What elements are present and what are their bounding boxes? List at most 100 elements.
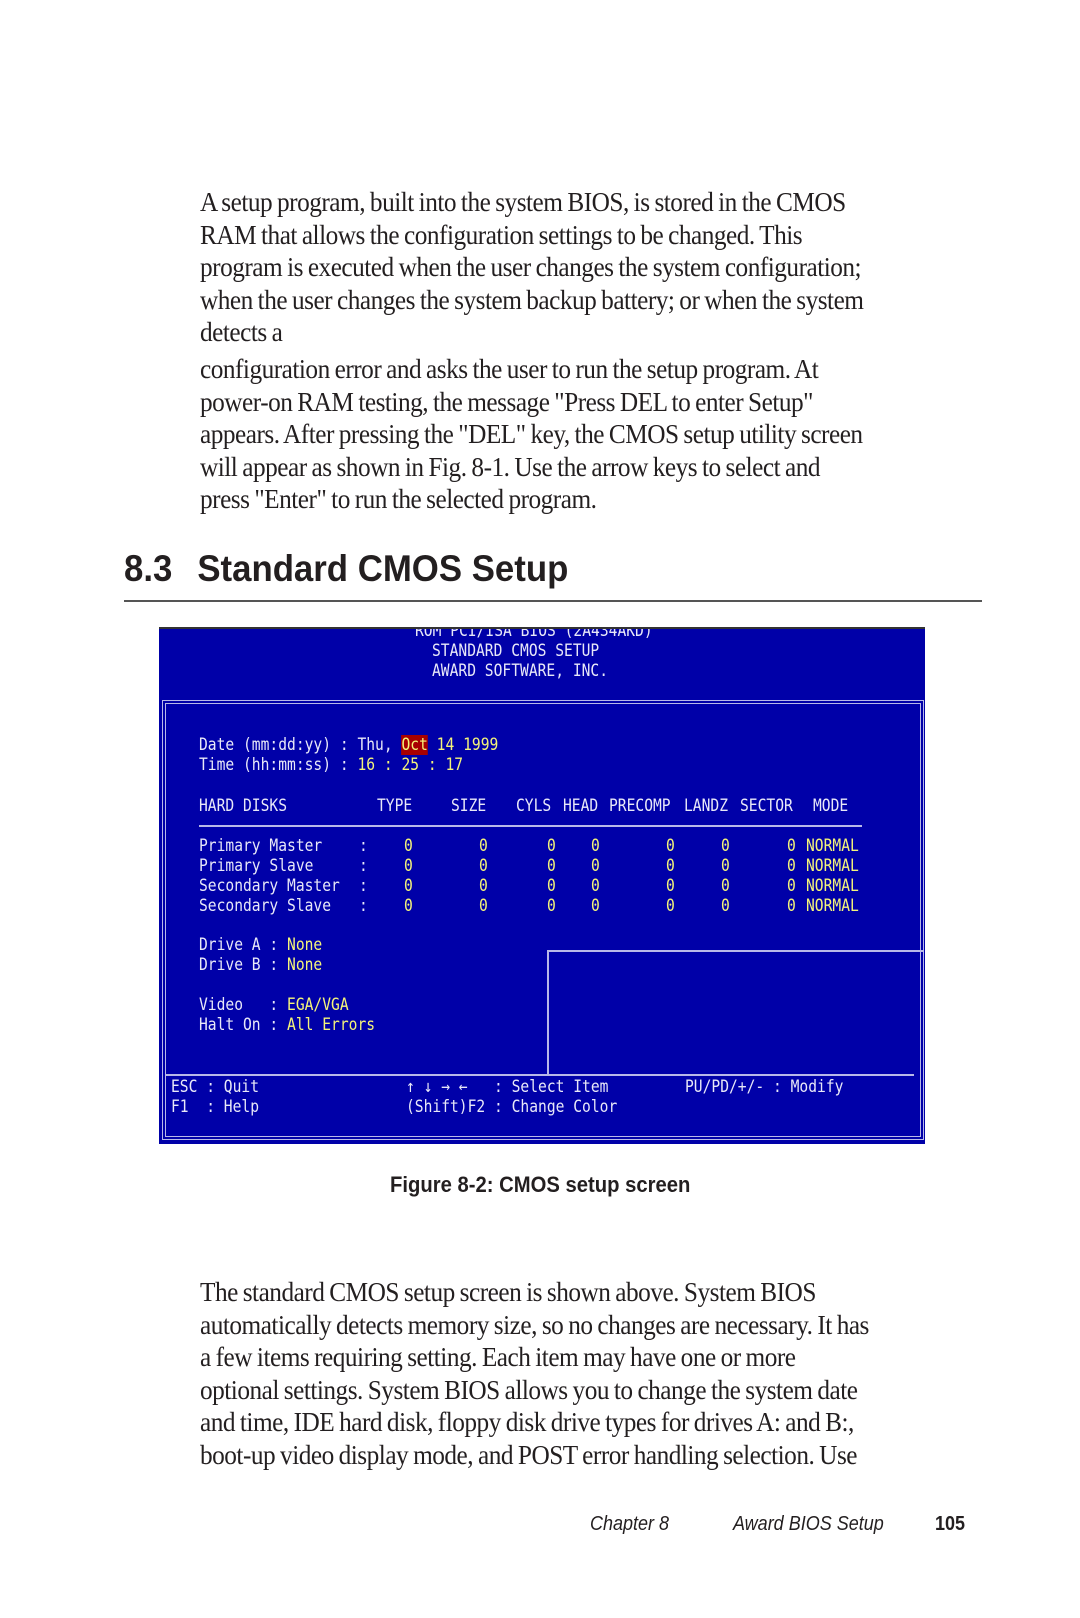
text-line: RAM that allows the configuration settin… — [200, 218, 803, 250]
keys-divider — [166, 1074, 914, 1076]
date-value[interactable]: 14 1999 — [428, 735, 499, 755]
disk-separator: : — [359, 876, 368, 896]
disk-separator: : — [359, 896, 368, 916]
col-precomp: PRECOMP — [609, 796, 671, 816]
disk-cyls[interactable]: 0 — [547, 856, 556, 876]
disk-head[interactable]: 0 — [591, 896, 600, 916]
key-arrows-select: ↑ ↓ → ← : Select Item — [406, 1077, 609, 1097]
text-line: when the user changes the system backup … — [200, 283, 864, 315]
body-paragraph: The standard CMOS setup screen is shown … — [200, 1276, 918, 1472]
text-line: A setup program, built into the system B… — [200, 186, 846, 217]
figure-caption-text: Figure 8-2: CMOS setup screen — [389, 1172, 691, 1197]
disk-landz[interactable]: 0 — [721, 896, 730, 916]
col-head: HEAD — [563, 796, 599, 816]
disk-sector[interactable]: 0 — [787, 876, 796, 896]
text-line: boot-up video display mode, and POST err… — [200, 1438, 858, 1470]
disk-separator: : — [359, 856, 368, 876]
date-row[interactable]: Date (mm:dd:yy) : Thu, Oct 14 1999 — [199, 735, 498, 755]
text-line: configuration error and asks the user to… — [200, 353, 819, 384]
col-hard-disks: HARD DISKS — [199, 796, 288, 816]
date-month-selected[interactable]: Oct — [401, 735, 428, 755]
disk-header-rule — [199, 825, 862, 827]
halt-on-row[interactable]: Halt On : All Errors — [199, 1015, 375, 1035]
disk-size[interactable]: 0 — [479, 836, 488, 856]
drive-a-row[interactable]: Drive A : None — [199, 935, 322, 955]
text-line: press "Enter" to run the selected progra… — [200, 483, 597, 515]
disk-mode[interactable]: NORMAL — [806, 836, 859, 856]
disk-size[interactable]: 0 — [479, 896, 488, 916]
disk-mode[interactable]: NORMAL — [806, 856, 859, 876]
section-title: Standard CMOS Setup — [197, 548, 569, 589]
text-line: a few items requiring setting. Each item… — [200, 1341, 796, 1373]
key-modify: PU/PD/+/- : Modify — [685, 1077, 844, 1097]
key-shift-f2-color: (Shift)F2 : Change Color — [406, 1097, 618, 1117]
disk-sector[interactable]: 0 — [787, 836, 796, 856]
halt-on-label: Halt On : — [199, 1015, 288, 1035]
disk-precomp[interactable]: 0 — [666, 856, 675, 876]
video-row[interactable]: Video : EGA/VGA — [199, 995, 349, 1015]
drive-b-row[interactable]: Drive B : None — [199, 955, 322, 975]
col-mode: MODE — [813, 796, 849, 816]
heading-rule — [124, 600, 982, 602]
section-heading: 8.3 Standard CMOS Setup — [124, 548, 568, 590]
col-sector: SECTOR — [740, 796, 793, 816]
disk-sector[interactable]: 0 — [787, 896, 796, 916]
disk-name: Primary Master — [199, 836, 323, 856]
key-f1-help: F1 : Help — [171, 1097, 260, 1117]
text-line: will appear as shown in Fig. 8-1. Use th… — [200, 450, 821, 482]
col-size: SIZE — [451, 796, 487, 816]
info-box — [547, 950, 924, 1076]
text-line: appears. After pressing the "DEL" key, t… — [200, 418, 863, 450]
disk-landz[interactable]: 0 — [721, 876, 730, 896]
bios-header-line: STANDARD CMOS SETUP — [432, 641, 600, 661]
disk-head[interactable]: 0 — [591, 876, 600, 896]
text-line: The standard CMOS setup screen is shown … — [200, 1276, 816, 1307]
disk-type[interactable]: 0 — [404, 876, 413, 896]
disk-landz[interactable]: 0 — [721, 856, 730, 876]
date-day: Thu, — [357, 735, 402, 755]
disk-head[interactable]: 0 — [591, 856, 600, 876]
time-value[interactable]: 16 : 25 : 17 — [357, 755, 463, 775]
col-landz: LANDZ — [684, 796, 729, 816]
disk-type[interactable]: 0 — [404, 856, 413, 876]
drive-a-value[interactable]: None — [287, 935, 322, 955]
drive-a-label: Drive A : — [199, 935, 288, 955]
disk-mode[interactable]: NORMAL — [806, 876, 859, 896]
disk-name: Secondary Master — [199, 876, 340, 896]
disk-type[interactable]: 0 — [404, 836, 413, 856]
figure-caption: Figure 8-2: CMOS setup screen — [0, 1172, 1080, 1198]
disk-size[interactable]: 0 — [479, 876, 488, 896]
disk-name: Secondary Slave — [199, 896, 332, 916]
disk-mode[interactable]: NORMAL — [806, 896, 859, 916]
disk-head[interactable]: 0 — [591, 836, 600, 856]
text-line: detects a — [200, 316, 283, 348]
drive-b-label: Drive B : — [199, 955, 288, 975]
drive-b-value[interactable]: None — [287, 955, 322, 975]
bios-header-line: AWARD SOFTWARE, INC. — [432, 661, 609, 681]
intro-paragraph-1: A setup program, built into the system B… — [200, 186, 918, 349]
disk-cyls[interactable]: 0 — [547, 896, 556, 916]
disk-precomp[interactable]: 0 — [666, 836, 675, 856]
disk-size[interactable]: 0 — [479, 856, 488, 876]
disk-precomp[interactable]: 0 — [666, 876, 675, 896]
intro-paragraph-2: configuration error and asks the user to… — [200, 353, 918, 516]
text-line: automatically detects memory size, so no… — [200, 1308, 869, 1340]
video-label: Video : — [199, 995, 288, 1015]
halt-on-value[interactable]: All Errors — [287, 1015, 375, 1035]
col-type: TYPE — [377, 796, 413, 816]
disk-name: Primary Slave — [199, 856, 314, 876]
disk-cyls[interactable]: 0 — [547, 836, 556, 856]
bios-header-line: ROM PCI/ISA BIOS (2A434AKD) — [415, 627, 653, 641]
disk-sector[interactable]: 0 — [787, 856, 796, 876]
time-row[interactable]: Time (hh:mm:ss) : 16 : 25 : 17 — [199, 755, 463, 775]
text-line: and time, IDE hard disk, floppy disk dri… — [200, 1406, 854, 1438]
disk-precomp[interactable]: 0 — [666, 896, 675, 916]
disk-type[interactable]: 0 — [404, 896, 413, 916]
disk-landz[interactable]: 0 — [721, 836, 730, 856]
disk-cyls[interactable]: 0 — [547, 876, 556, 896]
video-value[interactable]: EGA/VGA — [287, 995, 349, 1015]
footer-chapter: Chapter 8 — [590, 1513, 670, 1535]
date-label: Date (mm:dd:yy) : — [199, 735, 358, 755]
section-number: 8.3 — [124, 548, 173, 589]
disk-separator: : — [359, 836, 368, 856]
